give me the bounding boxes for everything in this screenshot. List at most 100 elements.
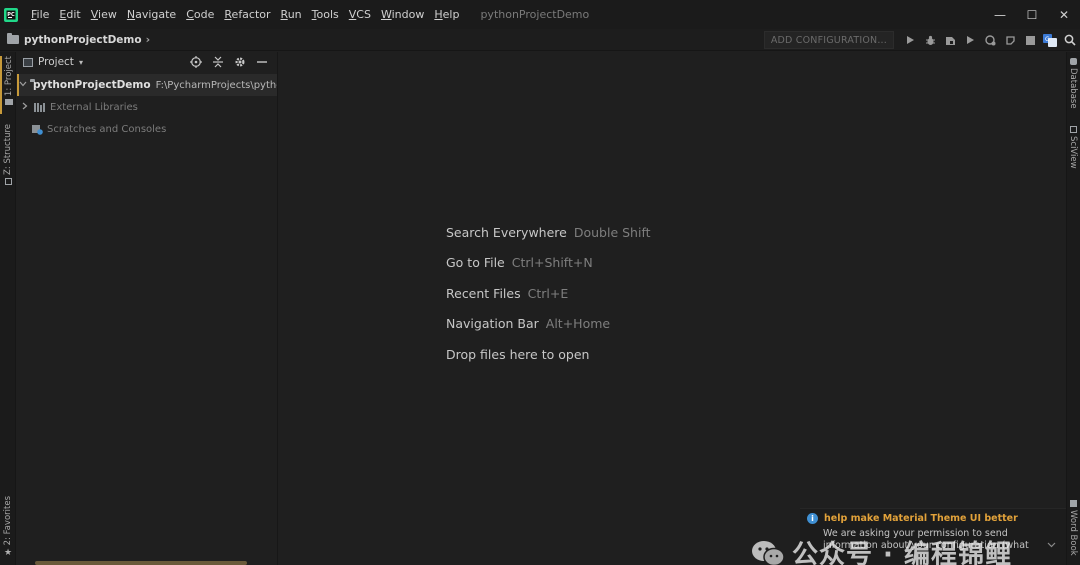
minimize-button[interactable]: — [984,0,1016,29]
breadcrumb[interactable]: pythonProjectDemo › [7,33,150,46]
right-tool-stripe: Database SciView Word Book [1066,52,1080,565]
pycharm-logo-icon: PC [4,7,18,22]
tree-scratches[interactable]: Scratches and Consoles [17,118,277,140]
library-icon [34,102,46,112]
hint-action: Drop files here to open [446,346,590,362]
project-panel-title: Project [38,56,74,68]
rerun-icon[interactable] [1000,29,1020,51]
editor-hints: Search Everywhere Double Shift Go to Fil… [446,217,651,370]
chevron-down-icon[interactable] [19,80,27,91]
hint-action: Navigation Bar [446,316,539,332]
hint-shortcut: Double Shift [573,224,651,240]
project-tree: pythonProjectDemo F:\PycharmProjects\pyt… [17,74,277,140]
hint-shortcut: Alt+Home [545,316,611,332]
tool-tab-sciview-label: SciView [1068,136,1078,169]
run-icon[interactable] [900,29,920,51]
menu-code[interactable]: Code [181,0,219,29]
menu-refactor[interactable]: Refactor [219,0,275,29]
project-panel-tools [185,52,273,72]
locate-icon[interactable] [185,56,207,68]
tool-tab-favorites-label: 2: Favorites [3,496,13,546]
tree-external-libraries[interactable]: External Libraries [17,96,277,118]
menu-window[interactable]: Window [376,0,429,29]
hint-search-everywhere: Search Everywhere Double Shift [446,217,651,248]
gear-icon[interactable] [229,56,251,68]
profile-icon[interactable] [960,29,980,51]
chevron-down-icon[interactable] [1047,541,1056,551]
database-icon [1069,58,1077,65]
window-title: pythonProjectDemo [480,8,590,21]
navigation-bar: pythonProjectDemo › ADD CONFIGURATION...… [0,29,1080,51]
tree-root-item[interactable]: pythonProjectDemo F:\PycharmProjects\pyt… [17,74,277,96]
menu-file[interactable]: File [26,0,54,29]
info-icon: i [807,513,818,524]
add-configuration-button[interactable]: ADD CONFIGURATION... [763,31,894,49]
notification-title: help make Material Theme UI better [824,513,1018,524]
hint-navigation-bar: Navigation Bar Alt+Home [446,309,651,340]
hint-action: Search Everywhere [446,224,567,240]
hint-action: Go to File [446,255,505,271]
hint-drop-files: Drop files here to open [446,339,651,370]
tree-scratches-label: Scratches and Consoles [47,123,167,135]
watermark-text: 公众号 · 编程锦鲤 [792,540,1012,565]
folder-icon [7,33,19,44]
tool-tab-structure-label: Z: Structure [3,124,13,175]
hint-action: Recent Files [446,285,521,301]
wechat-logo-icon [750,538,786,565]
hint-shortcut: Ctrl+E [527,285,569,301]
tool-tab-database[interactable]: Database [1068,58,1078,109]
watermark: 公众号 · 编程锦鲤 [750,534,1012,565]
coverage-icon[interactable] [940,29,960,51]
notification-header: i help make Material Theme UI better [807,513,1066,524]
tool-tab-wordbook-label: Word Book [1068,510,1078,556]
structure-icon [4,177,12,185]
project-view-selector[interactable]: Project ▾ [23,56,83,68]
project-panel-header: Project ▾ [17,52,277,72]
left-tool-stripe: 1: Project Z: Structure 2: Favorites ★ [0,52,16,565]
tool-tab-structure[interactable]: Z: Structure [0,124,16,190]
tree-external-libraries-label: External Libraries [50,101,138,113]
close-button[interactable]: ✕ [1048,0,1080,29]
svg-text:G: G [1045,36,1050,43]
collapse-all-icon[interactable] [207,56,229,68]
project-panel: Project ▾ pythonProjectDemo F:\PycharmPr… [17,52,278,565]
hint-recent-files: Recent Files Ctrl+E [446,278,651,309]
svg-text:PC: PC [7,11,15,17]
tool-tab-project[interactable]: 1: Project [0,56,16,114]
translate-icon[interactable]: G [1040,29,1060,51]
tree-root-path: F:\PycharmProjects\pythonP [155,79,277,91]
menu-tools[interactable]: Tools [307,0,344,29]
sciview-icon [1069,126,1077,133]
tool-tab-project-label: 1: Project [4,56,14,97]
concurrency-icon[interactable] [980,29,1000,51]
menu-run[interactable]: Run [276,0,307,29]
tool-tab-wordbook[interactable]: Word Book [1068,500,1078,556]
tool-tab-sciview[interactable]: SciView [1068,126,1078,169]
project-folder-icon [5,99,13,106]
menu-vcs[interactable]: VCS [344,0,376,29]
tree-root-name: pythonProjectDemo [33,79,151,91]
project-view-icon [23,57,33,67]
scratch-icon [32,124,43,135]
hint-shortcut: Ctrl+Shift+N [511,255,593,271]
maximize-button[interactable]: ☐ [1016,0,1048,29]
tool-tab-favorites[interactable]: 2: Favorites ★ [0,496,16,560]
stop-icon[interactable] [1020,29,1040,51]
menu-navigate[interactable]: Navigate [122,0,181,29]
search-icon[interactable] [1060,29,1080,51]
star-icon: ★ [3,548,13,559]
chevron-down-icon: ▾ [78,57,83,67]
debug-icon[interactable] [920,29,940,51]
editor-area[interactable]: Search Everywhere Double Shift Go to Fil… [279,52,1065,565]
menu-view[interactable]: View [86,0,122,29]
menu-help[interactable]: Help [429,0,464,29]
menu-edit[interactable]: Edit [54,0,85,29]
run-toolbar: ADD CONFIGURATION... G [763,29,1080,51]
tool-tab-database-label: Database [1068,68,1078,109]
wordbook-icon [1069,500,1077,507]
chevron-right-icon[interactable] [19,102,31,113]
main-menu: File Edit View Navigate Code Refactor Ru… [26,0,464,29]
hint-go-to-file: Go to File Ctrl+Shift+N [446,248,651,279]
hide-panel-icon[interactable] [251,57,273,67]
horizontal-scrollbar[interactable] [35,561,247,565]
